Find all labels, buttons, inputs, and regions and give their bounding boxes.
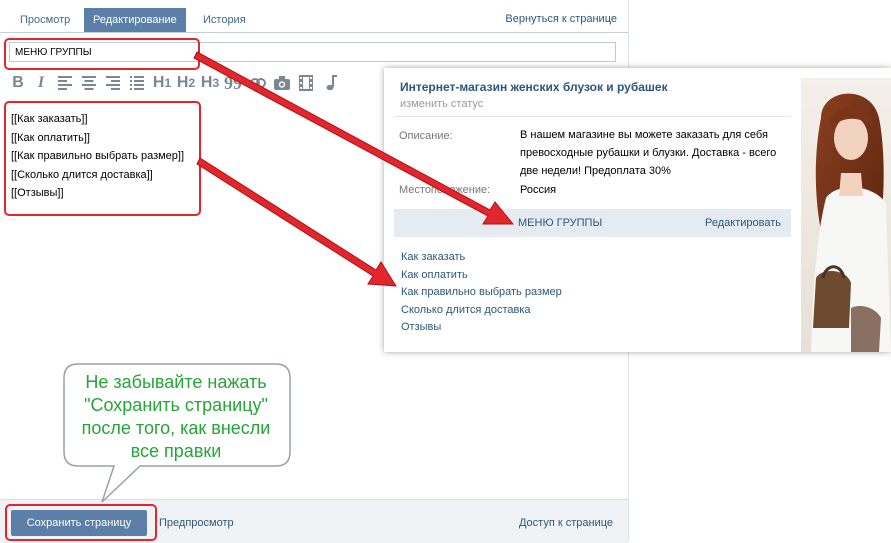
hint-text: Не забывайте нажать "Сохранить страницу"… <box>81 372 271 461</box>
